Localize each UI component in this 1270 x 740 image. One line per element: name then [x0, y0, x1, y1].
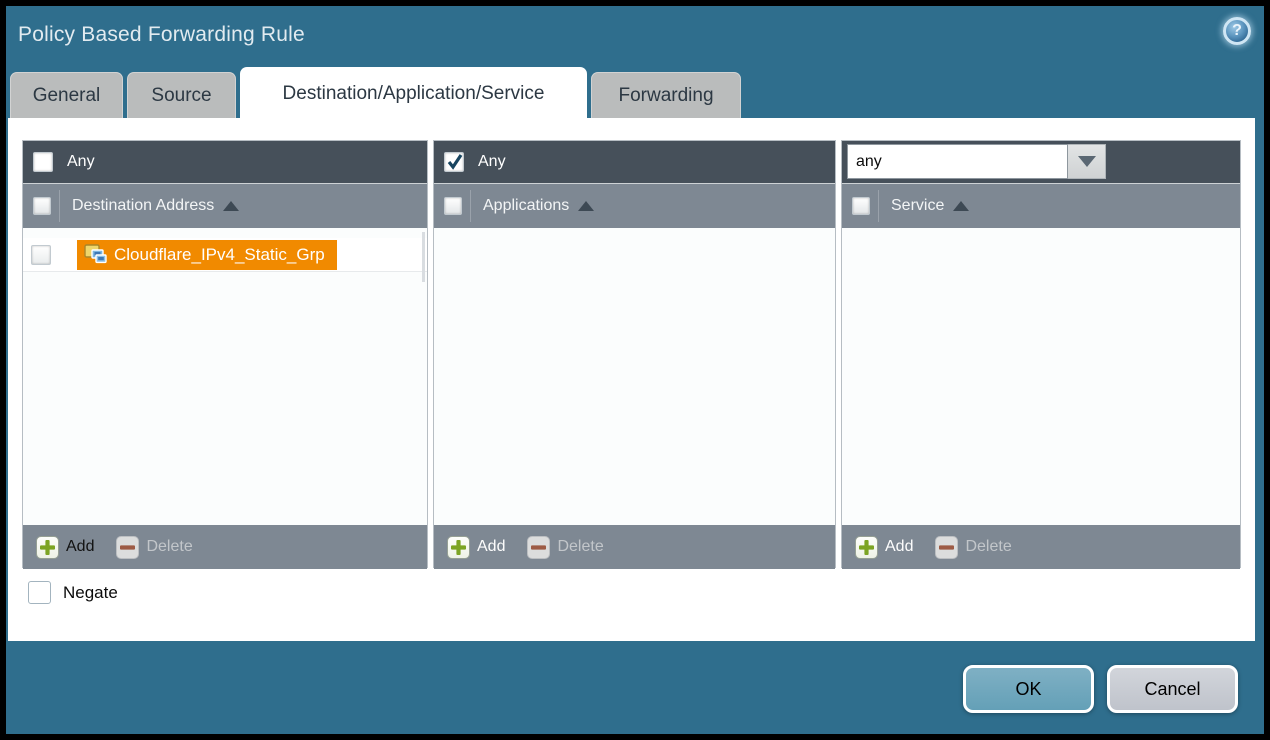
destination-footer: Add Delete: [23, 525, 427, 569]
negate-checkbox[interactable]: [28, 581, 51, 604]
address-group-name: Cloudflare_IPv4_Static_Grp: [114, 245, 325, 265]
destination-address-header: Destination Address: [23, 183, 427, 228]
delete-button[interactable]: Delete: [557, 538, 603, 556]
add-icon[interactable]: [855, 536, 878, 559]
service-header-label[interactable]: Service: [891, 197, 944, 215]
service-header: Service: [842, 183, 1240, 228]
ok-button[interactable]: OK: [963, 665, 1094, 713]
delete-icon[interactable]: [116, 536, 139, 559]
negate-label: Negate: [63, 583, 118, 603]
service-footer: Add Delete: [842, 525, 1240, 569]
applications-footer: Add Delete: [434, 525, 835, 569]
service-list: [842, 228, 1240, 525]
add-button[interactable]: Add: [477, 538, 505, 556]
tab-general[interactable]: General: [10, 72, 123, 120]
minus-glyph: [120, 540, 135, 555]
tab-label: Source: [151, 85, 211, 107]
destination-address-column: Any Destination Address: [22, 140, 428, 568]
delete-button[interactable]: Delete: [965, 538, 1011, 556]
destination-any-label: Any: [67, 153, 95, 171]
minus-glyph: [939, 540, 954, 555]
applications-any-label: Any: [478, 153, 506, 171]
help-icon[interactable]: ?: [1223, 17, 1251, 45]
delete-button[interactable]: Delete: [146, 538, 192, 556]
tab-destination-application-service[interactable]: Destination/Application/Service: [240, 67, 587, 120]
plus-glyph: [40, 540, 55, 555]
destination-address-header-label[interactable]: Destination Address: [72, 197, 214, 215]
applications-any-bar: Any: [434, 141, 835, 183]
destination-address-list: Cloudflare_IPv4_Static_Grp: [23, 228, 427, 525]
header-divider: [878, 190, 879, 222]
tab-source[interactable]: Source: [127, 72, 236, 120]
select-all-checkbox[interactable]: [33, 197, 51, 215]
plus-glyph: [451, 540, 466, 555]
applications-any-checkbox[interactable]: [444, 152, 464, 172]
sort-ascending-icon[interactable]: [578, 201, 594, 211]
service-dropdown[interactable]: [847, 144, 1106, 179]
select-all-checkbox[interactable]: [444, 197, 462, 215]
scrollbar-thumb[interactable]: [422, 232, 425, 282]
minus-glyph: [531, 540, 546, 555]
applications-header: Applications: [434, 183, 835, 228]
applications-column: Any Applications Add: [433, 140, 836, 568]
selected-address-chip[interactable]: Cloudflare_IPv4_Static_Grp: [77, 240, 337, 270]
address-row[interactable]: Cloudflare_IPv4_Static_Grp: [23, 238, 427, 272]
tab-content-panel: Any Destination Address: [8, 118, 1255, 641]
applications-header-label[interactable]: Applications: [483, 197, 569, 215]
header-divider: [470, 190, 471, 222]
tab-label: Forwarding: [618, 85, 713, 107]
add-icon[interactable]: [447, 536, 470, 559]
select-all-checkbox[interactable]: [852, 197, 870, 215]
cancel-button[interactable]: Cancel: [1107, 665, 1238, 713]
pbf-rule-dialog: Policy Based Forwarding Rule ? General S…: [6, 6, 1264, 734]
chevron-down-icon: [1078, 156, 1096, 167]
dialog-title: Policy Based Forwarding Rule: [18, 23, 305, 47]
header-divider: [59, 190, 60, 222]
sort-ascending-icon[interactable]: [953, 201, 969, 211]
destination-any-bar: Any: [23, 141, 427, 183]
sort-ascending-icon[interactable]: [223, 201, 239, 211]
add-button[interactable]: Add: [66, 538, 94, 556]
check-icon: [446, 152, 464, 172]
tab-forwarding[interactable]: Forwarding: [591, 72, 741, 120]
add-icon[interactable]: [36, 536, 59, 559]
applications-list: [434, 228, 835, 525]
service-dropdown-button[interactable]: [1068, 144, 1106, 179]
plus-glyph: [859, 540, 874, 555]
service-column: Service Add Delete: [841, 140, 1241, 568]
address-row-checkbox[interactable]: [31, 245, 51, 265]
delete-icon[interactable]: [527, 536, 550, 559]
tab-label: Destination/Application/Service: [283, 83, 545, 105]
service-any-bar: [842, 141, 1240, 183]
delete-icon[interactable]: [935, 536, 958, 559]
negate-option: Negate: [28, 581, 118, 604]
service-dropdown-input[interactable]: [847, 144, 1068, 179]
destination-any-checkbox[interactable]: [33, 152, 53, 172]
tab-label: General: [33, 85, 101, 107]
address-group-icon: [84, 244, 107, 265]
add-button[interactable]: Add: [885, 538, 913, 556]
